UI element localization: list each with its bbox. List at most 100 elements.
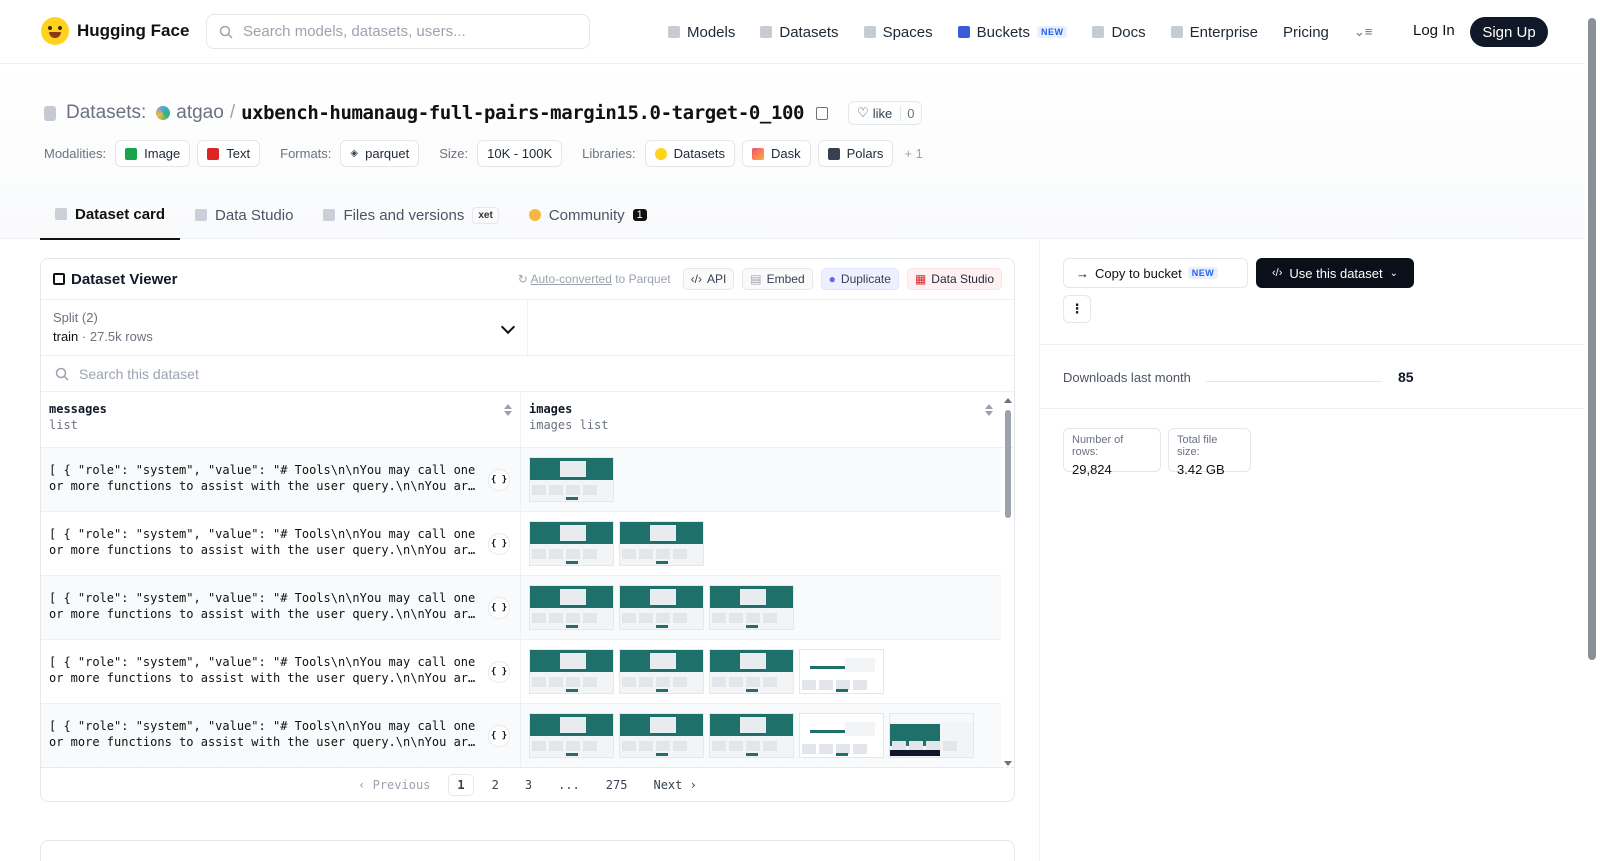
tag-datasets-lib[interactable]: Datasets (644, 140, 735, 167)
messages-cell[interactable]: [ { "role": "system", "value": "# Tools\… (41, 576, 521, 639)
tab-dataset-card[interactable]: Dataset card (40, 190, 181, 240)
nav-buckets[interactable]: Buckets NEW (957, 24, 1068, 41)
page-2[interactable]: 2 (484, 775, 507, 795)
page-last[interactable]: 275 (598, 775, 636, 795)
tag-dask[interactable]: Dask (741, 140, 811, 167)
like-button[interactable]: ♡ like 0 (848, 101, 922, 125)
repo-name[interactable]: uxbench-humanaug-full-pairs-margin15.0-t… (241, 102, 804, 124)
duplicate-button[interactable]: ● Duplicate (820, 268, 899, 290)
section-label[interactable]: Datasets: (66, 102, 146, 124)
split-dropdown[interactable]: Split (2) train · 27.5k rows (41, 300, 528, 355)
stat-rows: Number of rows: 29,824 (1063, 428, 1161, 477)
more-libraries[interactable]: + 1 (904, 146, 922, 161)
scroll-up-icon[interactable] (1004, 398, 1012, 403)
tab-files[interactable]: Files and versions xet (308, 190, 513, 240)
messages-cell[interactable]: [ { "role": "system", "value": "# Tools\… (41, 512, 521, 575)
image-thumbnail[interactable] (799, 713, 884, 758)
image-thumbnail[interactable] (529, 713, 614, 758)
table-row[interactable]: [ { "role": "system", "value": "# Tools\… (41, 640, 1001, 704)
page-scrollbar[interactable] (1586, 0, 1600, 861)
messages-cell[interactable]: [ { "role": "system", "value": "# Tools\… (41, 704, 521, 767)
table-row[interactable]: [ { "role": "system", "value": "# Tools\… (41, 704, 1001, 768)
table-row[interactable]: [ { "role": "system", "value": "# Tools\… (41, 576, 1001, 640)
image-thumbnail[interactable] (799, 649, 884, 694)
tag-text[interactable]: Text (197, 140, 261, 167)
scroll-thumb[interactable] (1005, 410, 1011, 518)
image-thumbnail[interactable] (619, 585, 704, 630)
images-cell[interactable] (521, 640, 892, 703)
tag-size[interactable]: 10K - 100K (477, 140, 563, 167)
top-navigation: Hugging Face Search models, datasets, us… (0, 0, 1585, 64)
copy-to-bucket-button[interactable]: → Copy to bucket NEW (1063, 258, 1248, 288)
image-thumbnail[interactable] (619, 521, 704, 566)
sort-icon[interactable] (504, 404, 512, 416)
expand-json-button[interactable]: { } (488, 725, 510, 747)
global-search-input[interactable]: Search models, datasets, users... (206, 14, 590, 49)
nav-pricing[interactable]: Pricing (1283, 24, 1329, 41)
expand-json-button[interactable]: { } (488, 469, 510, 491)
dataset-search-input[interactable]: Search this dataset (41, 356, 1014, 392)
image-thumbnail[interactable] (619, 649, 704, 694)
table-scrollbar[interactable] (1003, 396, 1012, 766)
table-row[interactable]: [ { "role": "system", "value": "# Tools\… (41, 448, 1001, 512)
tab-data-studio[interactable]: Data Studio (180, 190, 308, 240)
images-cell[interactable] (521, 576, 802, 639)
image-thumbnail[interactable] (529, 585, 614, 630)
nav-models[interactable]: Models (668, 24, 735, 41)
owner-link[interactable]: atgao (176, 102, 224, 124)
image-thumbnail[interactable] (529, 649, 614, 694)
images-cell[interactable] (521, 448, 622, 511)
image-thumbnail[interactable] (889, 713, 974, 758)
expand-json-button[interactable]: { } (488, 533, 510, 555)
images-cell[interactable] (521, 512, 712, 575)
copy-icon[interactable] (816, 106, 829, 120)
column-header-messages[interactable]: messages list (41, 392, 521, 447)
tag-parquet[interactable]: ◈ parquet (340, 140, 420, 167)
page-scroll-thumb[interactable] (1588, 18, 1596, 660)
api-button[interactable]: ‹/› API (682, 268, 735, 290)
image-thumbnail[interactable] (709, 649, 794, 694)
image-thumbnail[interactable] (709, 713, 794, 758)
tag-image[interactable]: Image (115, 140, 191, 167)
tag-polars[interactable]: Polars (817, 140, 894, 167)
image-thumbnail[interactable] (619, 713, 704, 758)
signup-button[interactable]: Sign Up (1470, 17, 1548, 47)
expand-json-button[interactable]: { } (488, 597, 510, 619)
page-3[interactable]: 3 (517, 775, 540, 795)
table-row[interactable]: [ { "role": "system", "value": "# Tools\… (41, 512, 1001, 576)
scroll-down-icon[interactable] (1004, 761, 1012, 766)
use-this-dataset-button[interactable]: ‹/› Use this dataset ⌄ (1256, 258, 1414, 288)
image-thumbnail[interactable] (529, 457, 614, 502)
path-separator: / (229, 102, 236, 123)
next-page[interactable]: Next › (645, 775, 704, 795)
embed-button[interactable]: ▤ Embed (742, 268, 813, 290)
more-options-button[interactable]: ⋮ (1063, 295, 1091, 323)
auto-converted-link[interactable]: Auto-converted (531, 272, 612, 286)
data-studio-button[interactable]: ▦ Data Studio (906, 268, 1002, 290)
sort-icon[interactable] (985, 404, 993, 416)
owner-avatar[interactable] (156, 106, 171, 120)
nav-enterprise[interactable]: Enterprise (1170, 23, 1259, 41)
expand-json-button[interactable]: { } (488, 661, 510, 683)
nav-spaces[interactable]: Spaces (863, 24, 933, 41)
image-thumbnail[interactable] (529, 521, 614, 566)
downloads-sparkline (1206, 381, 1382, 382)
nav-enterprise-label: Enterprise (1189, 23, 1259, 41)
hf-logo[interactable]: Hugging Face (41, 17, 189, 45)
more-menu-icon[interactable]: ⌄≡ (1354, 24, 1372, 40)
column-header-images[interactable]: images images list (521, 392, 1001, 447)
messages-cell[interactable]: [ { "role": "system", "value": "# Tools\… (41, 448, 521, 511)
previous-page[interactable]: ‹ Previous (350, 775, 438, 795)
community-count-badge: 1 (632, 209, 647, 221)
nav-datasets[interactable]: Datasets (760, 24, 839, 41)
page-1[interactable]: 1 (448, 773, 474, 796)
nav-models-label: Models (687, 23, 736, 41)
dataset-card-body (40, 840, 1015, 861)
nav-docs[interactable]: Docs (1092, 24, 1146, 41)
messages-cell[interactable]: [ { "role": "system", "value": "# Tools\… (41, 640, 521, 703)
image-thumbnail[interactable] (709, 585, 794, 630)
login-link[interactable]: Log In (1413, 22, 1455, 39)
tab-community[interactable]: Community 1 (514, 190, 662, 240)
viewer-actions: ↻ Auto-converted to Parquet ‹/› API ▤ Embe… (518, 268, 1002, 290)
images-cell[interactable] (521, 704, 982, 767)
